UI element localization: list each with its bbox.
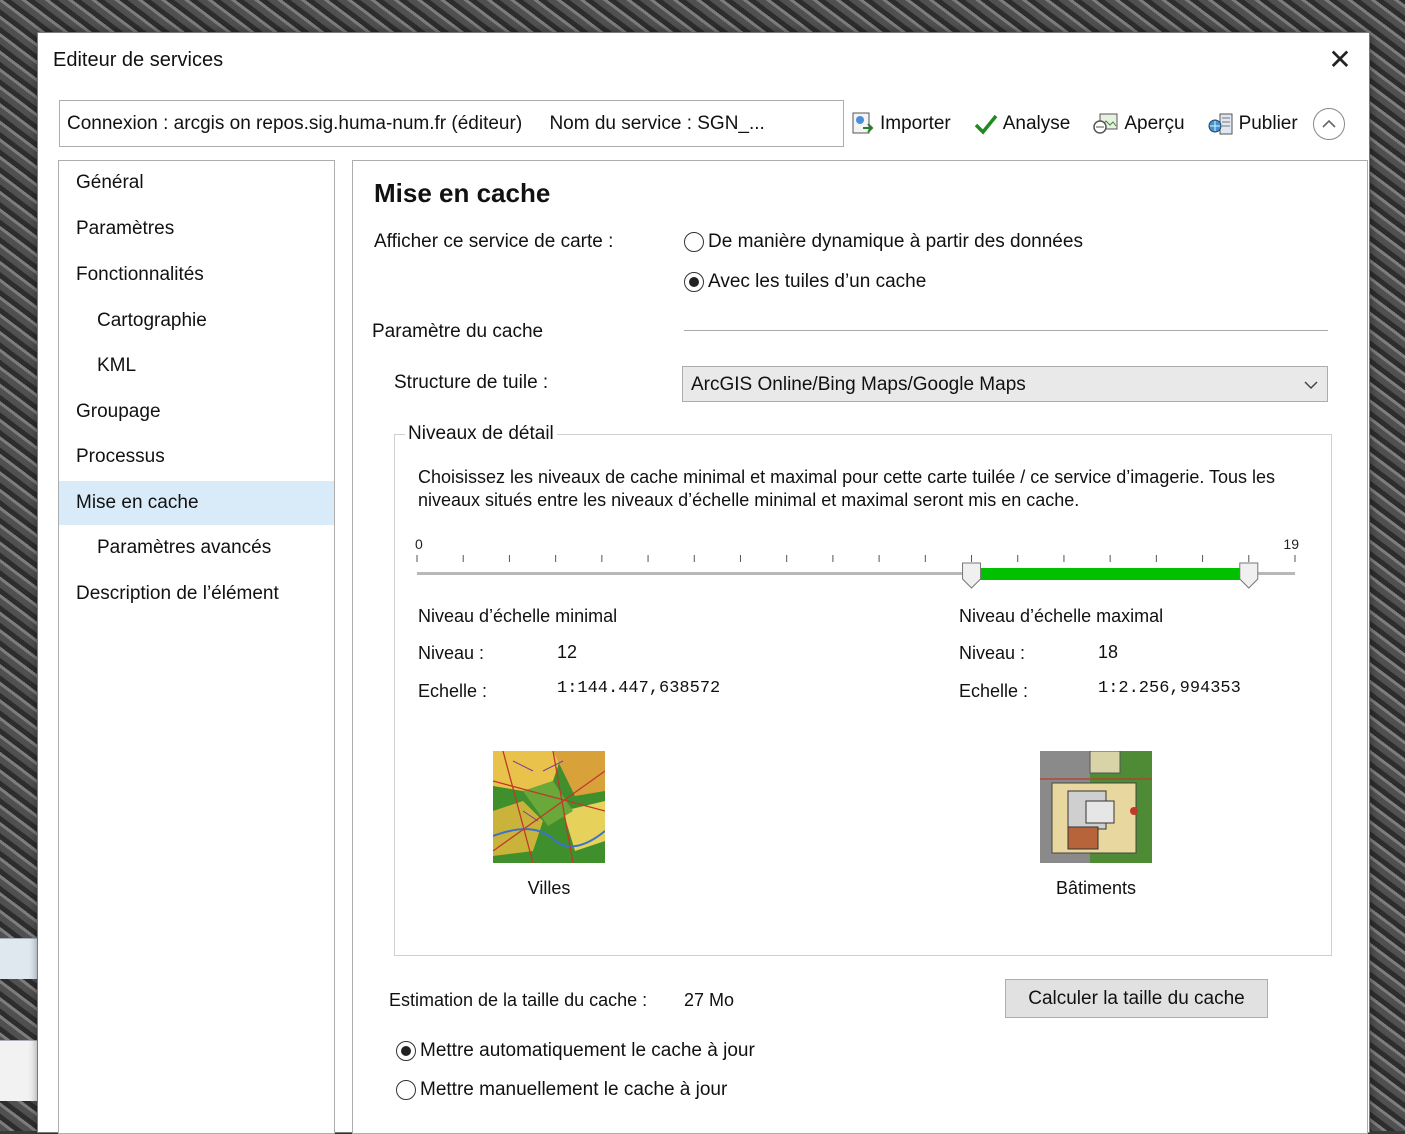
title-bar: Editeur de services ✕ [38, 33, 1369, 91]
tile-structure-dropdown[interactable]: ArcGIS Online/Bing Maps/Google Maps [682, 366, 1328, 402]
nav-item-advanced-settings[interactable]: Paramètres avancés [59, 526, 334, 570]
min-level-value: 12 [557, 642, 578, 662]
radio-indicator [396, 1079, 416, 1100]
caching-panel: Mise en cache Afficher ce service de car… [352, 160, 1368, 1134]
max-level-value: 18 [1098, 642, 1119, 662]
connection-info-field: Connexion : arcgis on repos.sig.huma-num… [59, 100, 844, 147]
service-name-label: Nom du service : SGN_... [549, 113, 765, 134]
max-scale-value: 1:2.256,994353 [1098, 679, 1241, 698]
preview-label: Aperçu [1124, 113, 1185, 134]
manual-update-radio[interactable]: Mettre manuellement le cache à jour [396, 1079, 727, 1101]
collapse-toolbar-button[interactable] [1313, 108, 1345, 140]
min-level-thumb[interactable] [962, 562, 982, 589]
display-dynamic-label: De manière dynamique à partir des donnée… [708, 231, 1083, 252]
nav-item-general[interactable]: Général [59, 161, 334, 205]
auto-update-radio[interactable]: Mettre automatiquement le cache à jour [396, 1040, 755, 1062]
category-nav: Général Paramètres Fonctionnalités Carto… [58, 160, 335, 1134]
cities-caption: Villes [527, 878, 571, 898]
radio-indicator-selected [684, 271, 704, 292]
max-scale-heading: Niveau d’échelle maximal [959, 606, 1164, 626]
min-scale-label: Echelle : [418, 681, 488, 701]
slider-selected-range [971, 568, 1249, 580]
tile-structure-value: ArcGIS Online/Bing Maps/Google Maps [691, 374, 1026, 395]
manual-update-label: Mettre manuellement le cache à jour [420, 1079, 728, 1100]
publish-button[interactable]: Publier [1207, 111, 1298, 137]
publish-label: Publier [1238, 113, 1298, 134]
publish-icon [1208, 113, 1233, 135]
slider-max-label: 19 [1283, 536, 1299, 552]
max-level-thumb[interactable] [1239, 562, 1259, 589]
min-scale-value: 1:144.447,638572 [557, 679, 721, 698]
analyze-button[interactable]: Analyse [973, 111, 1071, 137]
auto-update-label: Mettre automatiquement le cache à jour [420, 1040, 755, 1061]
analyze-label: Analyse [1002, 113, 1071, 134]
radio-indicator [684, 231, 704, 252]
import-button[interactable]: Importer [850, 111, 951, 137]
section-divider [684, 330, 1328, 331]
slider-ticks [416, 555, 1296, 562]
max-scale-label: Echelle : [959, 681, 1029, 701]
chevron-down-icon [1304, 381, 1318, 390]
level-range-slider[interactable]: 0 19 [411, 533, 1301, 603]
close-icon[interactable]: ✕ [1323, 45, 1357, 75]
tile-structure-label: Structure de tuile : [394, 372, 549, 393]
display-tiles-radio[interactable]: Avec les tuiles d’un cache [684, 271, 926, 293]
nav-item-processes[interactable]: Processus [59, 435, 334, 479]
nav-item-parameters[interactable]: Paramètres [59, 207, 334, 251]
connection-label: Connexion : arcgis on repos.sig.huma-num… [67, 113, 523, 134]
min-level-label: Niveau : [418, 643, 485, 663]
lod-group-label: Niveaux de détail [405, 423, 557, 445]
service-editor-dialog: Editeur de services ✕ Connexion : arcgis… [37, 32, 1370, 1134]
dialog-title: Editeur de services [53, 49, 224, 71]
cache-params-label: Paramètre du cache [372, 321, 544, 342]
levels-of-detail-group: Niveaux de détail Choisissez les niveaux… [394, 423, 1332, 956]
chevron-up-icon [1322, 119, 1336, 128]
preview-button[interactable]: Aperçu [1092, 111, 1185, 137]
buildings-map-thumbnail [1040, 751, 1152, 863]
nav-item-kml[interactable]: KML [59, 344, 334, 388]
import-label: Importer [880, 113, 951, 134]
buildings-caption: Bâtiments [1055, 878, 1137, 898]
radio-indicator-selected [396, 1040, 416, 1061]
lod-description: Choisissez les niveaux de cache minimal … [418, 467, 1276, 510]
cache-size-estimate-value: 27 Mo [684, 990, 735, 1010]
background-app-strip [0, 938, 40, 979]
min-scale-heading: Niveau d’échelle minimal [418, 606, 618, 626]
nav-item-pooling[interactable]: Groupage [59, 390, 334, 434]
import-icon [852, 112, 874, 134]
preview-icon [1093, 113, 1118, 134]
nav-item-mapping[interactable]: Cartographie [59, 299, 334, 343]
max-level-label: Niveau : [959, 643, 1026, 663]
nav-item-caching[interactable]: Mise en cache [59, 481, 334, 525]
nav-item-item-description[interactable]: Description de l’élément [59, 572, 334, 616]
cache-size-estimate-label: Estimation de la taille du cache : [389, 990, 648, 1010]
calculate-cache-size-button[interactable]: Calculer la taille du cache [1005, 979, 1268, 1018]
cities-map-thumbnail [493, 751, 605, 863]
toolbar: Importer Analyse Aperçu Publier [850, 105, 1320, 143]
display-dynamic-radio[interactable]: De manière dynamique à partir des donnée… [684, 231, 1083, 253]
checkmark-icon [974, 114, 998, 135]
slider-min-label: 0 [415, 536, 423, 552]
nav-item-capabilities[interactable]: Fonctionnalités [59, 253, 334, 297]
background-app-strip-lower [0, 1040, 40, 1101]
display-label: Afficher ce service de carte : [374, 231, 614, 252]
panel-title: Mise en cache [374, 178, 551, 208]
display-tiles-label: Avec les tuiles d’un cache [708, 271, 927, 292]
